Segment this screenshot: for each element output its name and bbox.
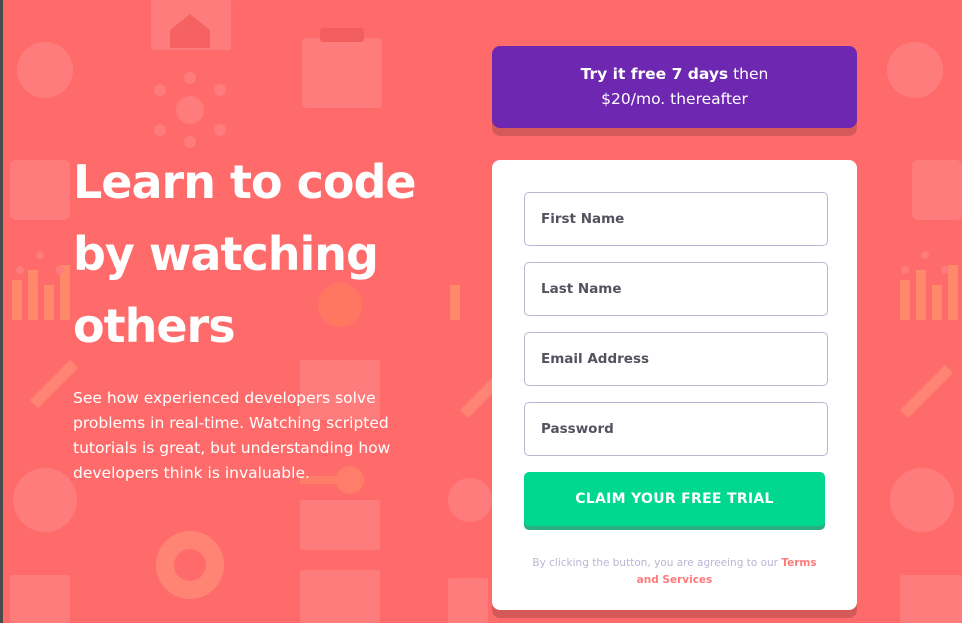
terms-prefix: By clicking the button, you are agreeing… (532, 556, 782, 569)
window-edge (0, 0, 3, 623)
hero-title-line: Learn to code (73, 155, 417, 209)
hero-title: Learn to code by watching others (73, 146, 433, 362)
free-trial-banner: Try it free 7 days then $20/mo. thereaft… (492, 46, 857, 128)
email-input[interactable] (524, 332, 828, 386)
home-icon (151, 0, 231, 50)
hero-title-line: by watching (73, 227, 379, 281)
lifebuoy-icon (156, 531, 224, 599)
signup-form: Claim your free trial By clicking the bu… (492, 160, 857, 610)
terms-notice: By clicking the button, you are agreeing… (524, 555, 825, 589)
offer-highlight: Try it free 7 days (580, 65, 729, 83)
offer-rest: then (728, 65, 769, 83)
home-icon (170, 14, 210, 48)
hero-title-line: others (73, 299, 236, 353)
molecule-icon (154, 72, 226, 148)
hero-section: Learn to code by watching others See how… (73, 146, 433, 482)
offer-price: $20/mo. thereafter (601, 90, 748, 108)
toolbox-icon (302, 28, 382, 108)
last-name-input[interactable] (524, 262, 828, 316)
claim-free-trial-button[interactable]: Claim your free trial (524, 472, 825, 526)
first-name-input[interactable] (524, 192, 828, 246)
hero-description: See how experienced developers solve pro… (73, 389, 391, 482)
password-input[interactable] (524, 402, 828, 456)
